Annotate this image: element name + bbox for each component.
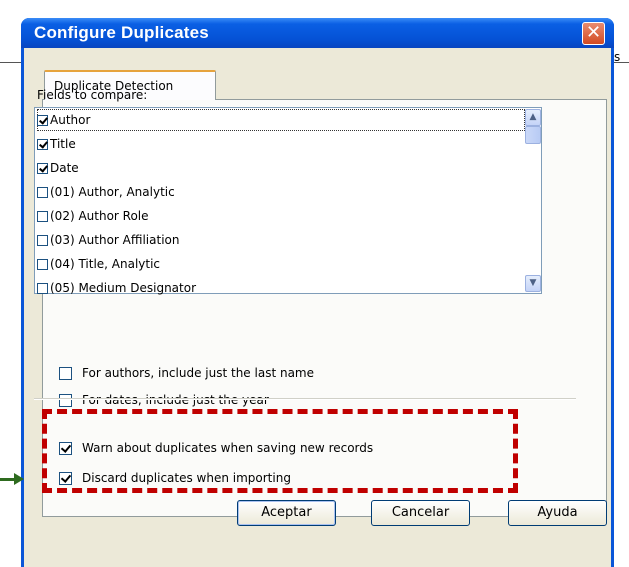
scroll-up-button[interactable]: ▲: [525, 109, 541, 126]
chevron-down-icon: ▼: [529, 278, 537, 288]
list-item[interactable]: (02) Author Role: [37, 205, 149, 227]
background-text: s: [614, 50, 621, 64]
checkbox[interactable]: [37, 210, 48, 222]
checkbox[interactable]: [59, 366, 72, 380]
vertical-scrollbar[interactable]: ▲ ▼: [525, 109, 541, 292]
checkbox[interactable]: [37, 114, 48, 126]
option-label: For authors, include just the last name: [82, 366, 314, 380]
ok-button[interactable]: Aceptar: [237, 500, 336, 526]
list-item-label: (01) Author, Analytic: [50, 185, 175, 199]
close-button[interactable]: ✕: [582, 22, 605, 45]
checkbox[interactable]: [59, 393, 72, 407]
list-item[interactable]: (01) Author, Analytic: [37, 181, 175, 203]
list-item[interactable]: (05) Medium Designator: [37, 277, 196, 299]
window-title: Configure Duplicates: [34, 23, 209, 42]
checkbox[interactable]: [37, 282, 48, 294]
checkbox[interactable]: [37, 162, 48, 174]
list-item-label: Date: [50, 161, 79, 175]
fields-listbox[interactable]: Author Title Date (01) Author, Analytic …: [34, 107, 542, 295]
chevron-up-icon: ▲: [529, 112, 537, 122]
checkbox[interactable]: [37, 138, 48, 150]
checkbox[interactable]: [37, 258, 48, 270]
list-item[interactable]: (03) Author Affiliation: [37, 229, 179, 251]
list-item-label: Author: [50, 113, 91, 127]
list-item-label: (03) Author Affiliation: [50, 233, 180, 247]
scroll-thumb[interactable]: [525, 126, 541, 144]
option-label: For dates, include just the year: [82, 393, 269, 407]
checkbox[interactable]: [37, 186, 48, 198]
list-item-label: (04) Title, Analytic: [50, 257, 161, 271]
option-last-name[interactable]: For authors, include just the last name: [59, 366, 314, 380]
fields-to-compare-label: Fields to compare:: [37, 88, 148, 102]
cancel-button[interactable]: Cancelar: [371, 500, 470, 526]
list-item[interactable]: Date: [37, 157, 79, 179]
option-year[interactable]: For dates, include just the year: [59, 393, 269, 407]
list-item[interactable]: (04) Title, Analytic: [37, 253, 160, 275]
close-icon: ✕: [585, 22, 602, 43]
help-button[interactable]: Ayuda: [508, 500, 607, 526]
title-bar[interactable]: Configure Duplicates ✕: [21, 18, 614, 48]
arrow-head-icon: [14, 473, 24, 485]
list-item[interactable]: Title: [37, 133, 76, 155]
checkbox[interactable]: [37, 234, 48, 246]
list-item-label: Title: [50, 137, 76, 151]
highlight-box: [42, 409, 518, 493]
separator: [34, 398, 576, 400]
list-item-label: (02) Author Role: [50, 209, 149, 223]
list-item-label: (05) Medium Designator: [50, 281, 197, 295]
list-item[interactable]: Author: [37, 109, 525, 131]
scroll-down-button[interactable]: ▼: [525, 275, 541, 292]
